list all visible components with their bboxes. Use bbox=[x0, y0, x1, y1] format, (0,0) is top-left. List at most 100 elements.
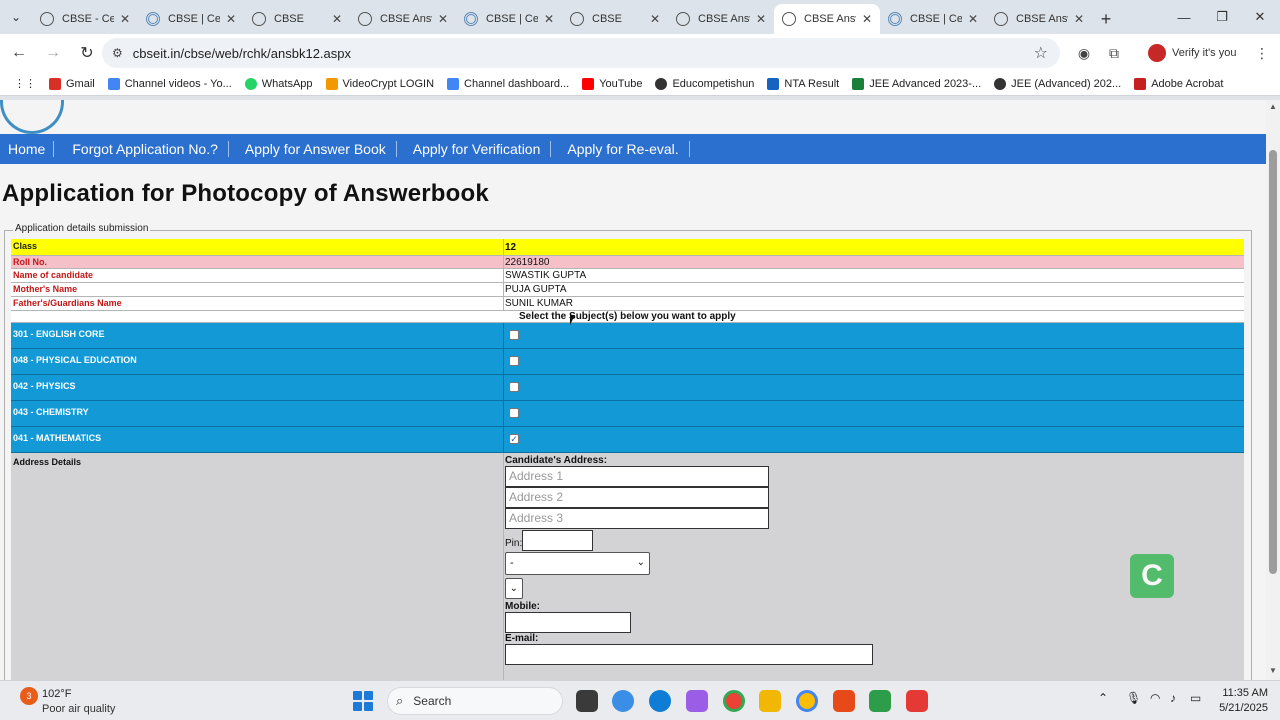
close-icon[interactable]: ✕ bbox=[756, 12, 766, 26]
bookmark-item[interactable]: Channel videos - Yo... bbox=[107, 77, 232, 90]
application-table: Class 12 Roll No. 22619180 Name of candi… bbox=[11, 239, 1244, 680]
copilot-icon[interactable] bbox=[612, 690, 634, 712]
bookmark-item[interactable]: WhatsApp bbox=[244, 77, 313, 90]
back-arrow-icon[interactable]: ← bbox=[4, 38, 34, 68]
state-select-value: - bbox=[510, 557, 514, 569]
camtasia-icon[interactable] bbox=[869, 690, 891, 712]
battery-icon[interactable]: ▭ bbox=[1190, 691, 1201, 705]
address2-input[interactable]: Address 2 bbox=[505, 487, 769, 508]
tab-search-chevron-icon[interactable]: ⌄ bbox=[0, 0, 32, 34]
clock-date: 5/21/2025 bbox=[1219, 702, 1268, 714]
menu-apply-reeval[interactable]: Apply for Re-eval. bbox=[551, 141, 690, 157]
close-icon[interactable]: ✕ bbox=[544, 12, 554, 26]
extension-icon[interactable]: ◉ bbox=[1074, 43, 1094, 63]
browser-tab[interactable]: CBSE | Cer ✕ bbox=[456, 4, 562, 34]
bookmark-label: YouTube bbox=[599, 77, 643, 90]
bookmark-item[interactable]: YouTube bbox=[582, 77, 643, 90]
browser-tab[interactable]: CBSE ✕ bbox=[244, 4, 350, 34]
bookmark-item[interactable]: Adobe Acrobat bbox=[1134, 77, 1223, 90]
gmail-icon bbox=[49, 77, 61, 90]
close-icon[interactable]: ✕ bbox=[332, 12, 342, 26]
pin-input[interactable] bbox=[522, 530, 593, 551]
close-icon[interactable]: ✕ bbox=[438, 12, 448, 26]
browser-tab[interactable]: CBSE ✕ bbox=[562, 4, 668, 34]
close-icon[interactable]: ✕ bbox=[226, 12, 236, 26]
volume-icon[interactable]: ♪ bbox=[1170, 691, 1176, 705]
taskbar-search[interactable]: ⌕ Search bbox=[387, 687, 563, 715]
subject-checkbox[interactable] bbox=[509, 408, 519, 418]
menu-apply-verification[interactable]: Apply for Verification bbox=[397, 141, 552, 157]
bookmark-item[interactable]: Educompetishun bbox=[655, 77, 754, 90]
subject-checkbox[interactable] bbox=[509, 330, 519, 340]
scroll-down-icon[interactable]: ▼ bbox=[1269, 666, 1277, 675]
candidate-label: Name of candidate bbox=[13, 270, 94, 280]
edge-icon[interactable] bbox=[649, 690, 671, 712]
subject-checkbox[interactable] bbox=[509, 356, 519, 366]
menu-apply-answer-book[interactable]: Apply for Answer Book bbox=[229, 141, 397, 157]
task-view-icon[interactable] bbox=[576, 690, 598, 712]
address3-input[interactable]: Address 3 bbox=[505, 508, 769, 529]
bookmark-item[interactable]: Gmail bbox=[49, 77, 95, 90]
app-icon[interactable] bbox=[686, 690, 708, 712]
chevron-down-icon: ⌄ bbox=[509, 583, 518, 594]
bookmark-item[interactable]: JEE Advanced 2023-... bbox=[852, 77, 981, 90]
subject-checkbox[interactable] bbox=[509, 382, 519, 392]
forward-arrow-icon[interactable]: → bbox=[38, 38, 68, 68]
globe-icon bbox=[676, 12, 690, 26]
web-page: Home Forgot Application No.? Apply for A… bbox=[0, 100, 1266, 680]
bookmark-item[interactable]: Channel dashboard... bbox=[447, 77, 569, 90]
microphone-icon[interactable]: 🎙 bbox=[1126, 691, 1141, 705]
minimize-icon[interactable]: — bbox=[1164, 0, 1204, 34]
browser-tab[interactable]: CBSE Answ ✕ bbox=[668, 4, 774, 34]
tray-chevron-icon[interactable]: ⌃ bbox=[1098, 691, 1108, 705]
windows-start-icon[interactable] bbox=[353, 691, 373, 711]
browser-tab[interactable]: CBSE Answ ✕ bbox=[350, 4, 456, 34]
browser-tab[interactable]: CBSE Answ ✕ bbox=[986, 4, 1092, 34]
close-icon[interactable]: ✕ bbox=[968, 12, 978, 26]
close-icon[interactable]: ✕ bbox=[1074, 12, 1084, 26]
weather-widget[interactable]: 3 102°F Poor air quality bbox=[18, 685, 158, 717]
chrome-profile-icon[interactable] bbox=[796, 690, 818, 712]
wifi-icon[interactable]: ◠ bbox=[1150, 691, 1160, 705]
restore-icon[interactable]: ❐ bbox=[1202, 0, 1242, 34]
recorder-icon[interactable] bbox=[906, 690, 928, 712]
file-explorer-icon[interactable] bbox=[759, 690, 781, 712]
site-info-icon[interactable]: ⚙ bbox=[112, 46, 123, 60]
browser-tab[interactable]: CBSE | Cer ✕ bbox=[880, 4, 986, 34]
subject-checkbox-checked[interactable]: ✓ bbox=[509, 434, 519, 444]
bookmark-item[interactable]: NTA Result bbox=[767, 77, 839, 90]
bookmark-star-icon[interactable]: ☆ bbox=[1034, 43, 1048, 63]
browser-tab-active[interactable]: CBSE Answ ✕ bbox=[774, 4, 880, 34]
puzzle-icon[interactable]: ⧉ bbox=[1104, 43, 1124, 63]
mobile-input[interactable] bbox=[505, 612, 631, 633]
address1-input[interactable]: Address 1 bbox=[505, 466, 769, 487]
address-bar[interactable]: ⚙ cbseit.in/cbse/web/rchk/ansbk12.aspx ☆ bbox=[102, 38, 1060, 68]
more-menu-icon[interactable]: ⋮ bbox=[1252, 43, 1272, 63]
district-select[interactable]: ⌄ bbox=[505, 578, 523, 599]
menu-forgot-application[interactable]: Forgot Application No.? bbox=[54, 141, 229, 157]
scrollbar-thumb[interactable] bbox=[1269, 150, 1277, 574]
brave-icon[interactable] bbox=[833, 690, 855, 712]
window-close-icon[interactable]: ✕ bbox=[1240, 0, 1280, 34]
chrome-icon[interactable] bbox=[723, 690, 745, 712]
bookmarks-bar: ⋮⋮ Gmail Channel videos - Yo... WhatsApp… bbox=[0, 72, 1280, 96]
camtasia-recorder-icon[interactable]: C bbox=[1130, 554, 1174, 598]
scroll-up-icon[interactable]: ▲ bbox=[1269, 102, 1277, 111]
new-tab-plus-icon[interactable]: + bbox=[1092, 4, 1120, 34]
menu-home[interactable]: Home bbox=[0, 141, 55, 157]
state-select[interactable]: - ⌄ bbox=[505, 552, 650, 575]
page-scrollbar[interactable]: ▲ ▼ bbox=[1266, 100, 1280, 680]
tab-title: CBSE Answ bbox=[804, 13, 856, 25]
close-icon[interactable]: ✕ bbox=[120, 12, 130, 26]
close-icon[interactable]: ✕ bbox=[862, 12, 872, 26]
apps-grid-icon[interactable]: ⋮⋮ bbox=[14, 77, 36, 90]
email-input[interactable] bbox=[505, 644, 873, 665]
browser-tab[interactable]: CBSE | Cer ✕ bbox=[138, 4, 244, 34]
bookmark-item[interactable]: JEE (Advanced) 202... bbox=[994, 77, 1121, 90]
profile-button[interactable]: Verify it's you bbox=[1148, 41, 1236, 65]
taskbar-clock[interactable]: 11:35 AM 5/21/2025 bbox=[1208, 686, 1268, 716]
reload-icon[interactable]: ↻ bbox=[72, 38, 102, 68]
bookmark-item[interactable]: VideoCrypt LOGIN bbox=[325, 77, 434, 90]
close-icon[interactable]: ✕ bbox=[650, 12, 660, 26]
browser-tab[interactable]: CBSE - Cer ✕ bbox=[32, 4, 138, 34]
